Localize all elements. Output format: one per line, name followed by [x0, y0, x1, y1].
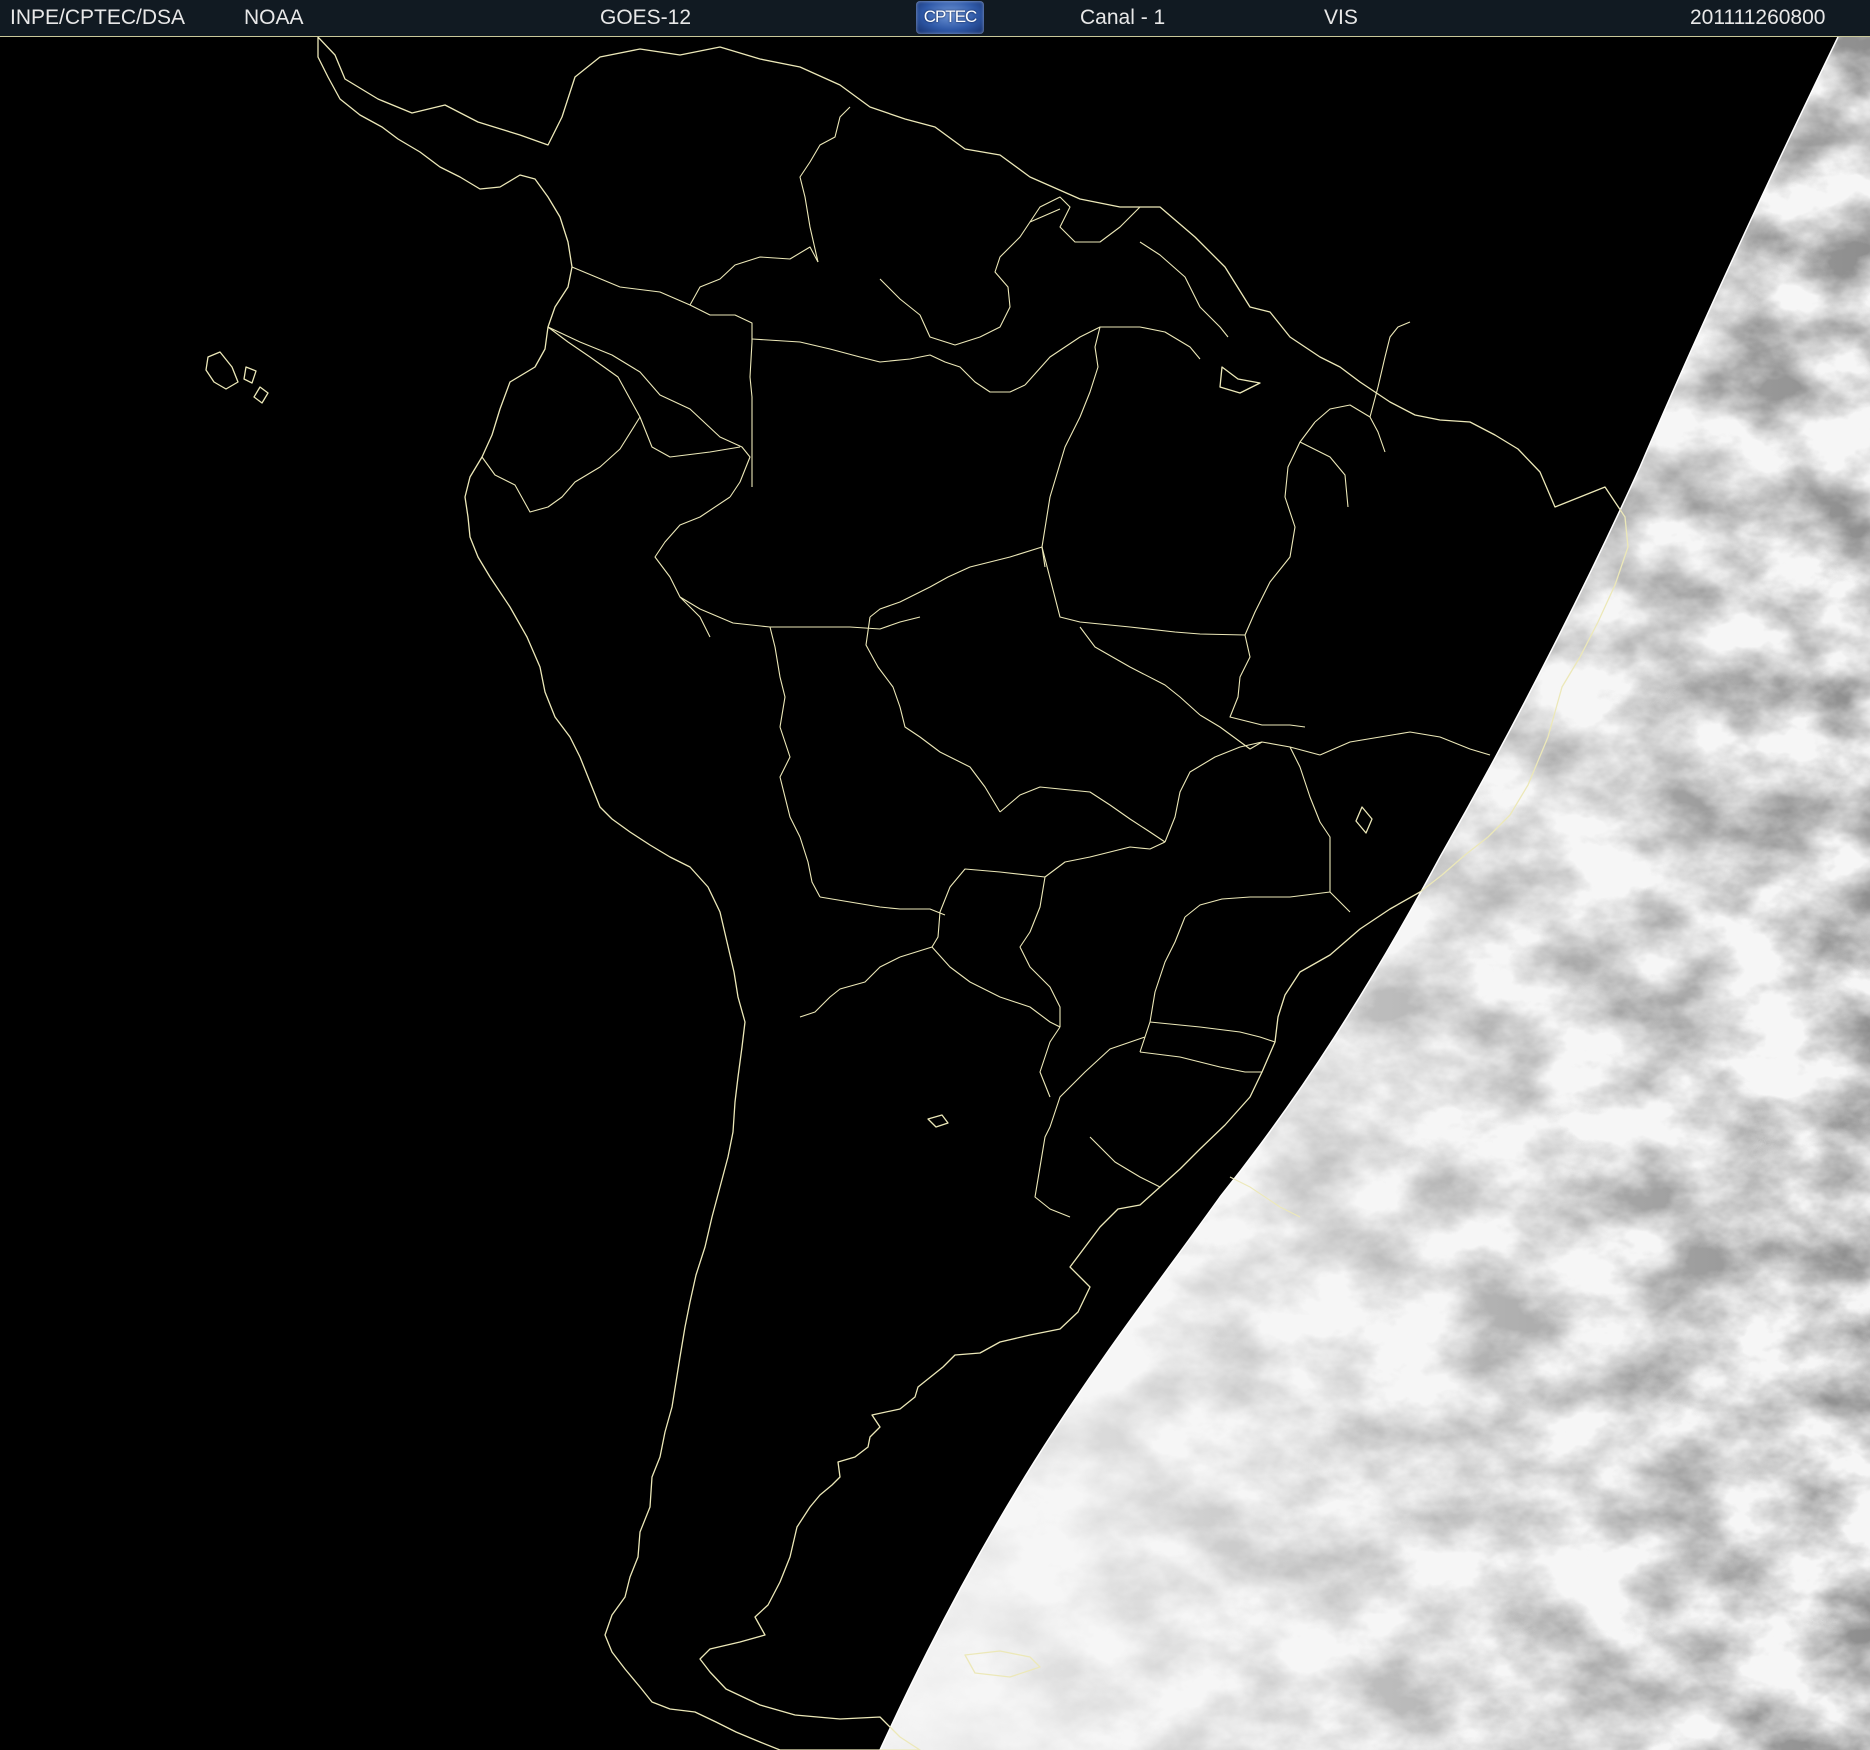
satellite-image-viewer: INPE/CPTEC/DSA NOAA GOES-12 CPTEC Canal … — [0, 0, 1870, 1750]
band-label: VIS — [1324, 6, 1358, 29]
agency-label: INPE/CPTEC/DSA — [10, 6, 186, 29]
cptec-logo: CPTEC — [916, 1, 984, 34]
channel-label: Canal - 1 — [1080, 6, 1166, 29]
satellite-map — [205, 37, 1870, 1750]
daylight-region — [879, 37, 1870, 1750]
cptec-logo-text: CPTEC — [923, 7, 978, 26]
source-label: NOAA — [244, 6, 304, 29]
satellite-label: GOES-12 — [600, 6, 692, 29]
timestamp-label: 201111260800 — [1690, 6, 1826, 29]
image-header-bar: INPE/CPTEC/DSA NOAA GOES-12 CPTEC Canal … — [0, 0, 1870, 37]
